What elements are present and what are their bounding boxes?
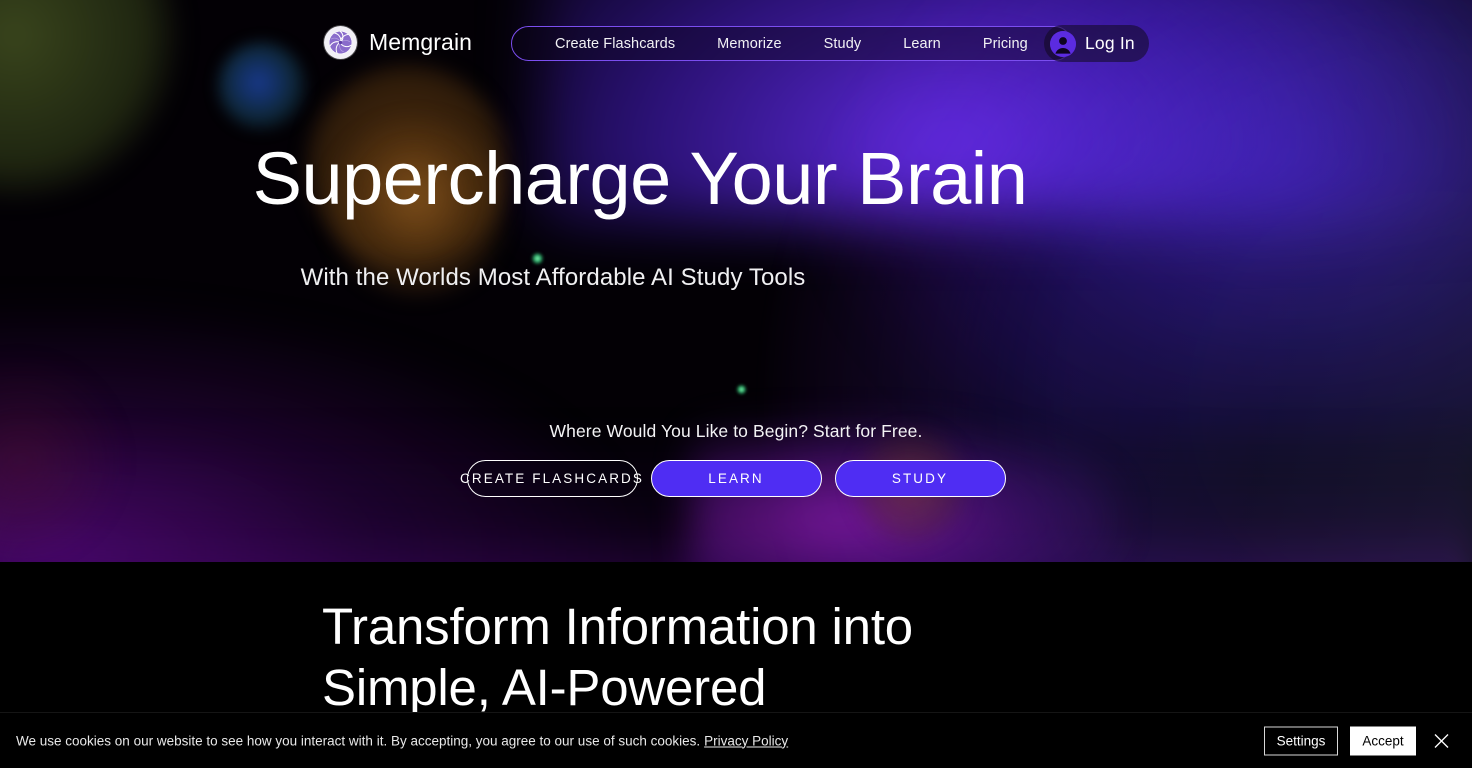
hero-subtitle: With the Worlds Most Affordable AI Study… (300, 264, 806, 291)
nav-item-learn[interactable]: Learn (882, 36, 962, 52)
green-particle-2 (736, 384, 747, 395)
login-button[interactable]: Log In (1044, 25, 1149, 62)
cookie-consent-banner: We use cookies on our website to see how… (0, 712, 1472, 768)
cookie-accept-button[interactable]: Accept (1350, 726, 1416, 755)
cookie-actions: Settings Accept (1264, 726, 1462, 755)
nav-links-pill: Create Flashcards Memorize Study Learn P… (511, 26, 1072, 61)
page-title: Supercharge Your Brain (252, 137, 1028, 220)
spiral-logo-icon (324, 26, 357, 59)
cookie-message: We use cookies on our website to see how… (16, 733, 701, 748)
cta-button-row: CREATE FLASHCARDS LEARN STUDY (0, 460, 1472, 497)
top-navigation-bar: Memgrain Create Flashcards Memorize Stud… (0, 0, 1472, 86)
section-heading-line-1: Transform Information into (322, 598, 913, 655)
study-button[interactable]: STUDY (834, 460, 1006, 497)
section-heading-line-2: Simple, AI-Powered (322, 658, 767, 716)
privacy-policy-link[interactable]: Privacy Policy (704, 733, 788, 748)
close-icon[interactable] (1428, 728, 1454, 754)
create-flashcards-button[interactable]: CREATE FLASHCARDS (460, 460, 642, 497)
brand-name: Memgrain (369, 29, 473, 55)
cookie-message-group: We use cookies on our website to see how… (16, 733, 788, 748)
nav-item-study[interactable]: Study (803, 36, 883, 52)
user-avatar-icon (1050, 30, 1076, 57)
learn-button[interactable]: LEARN (650, 460, 822, 497)
login-label: Log In (1085, 33, 1135, 53)
nav-item-create-flashcards[interactable]: Create Flashcards (534, 36, 696, 52)
brand-logo-group[interactable]: Memgrain (324, 26, 472, 59)
section-heading: Transform Information into Simple, AI-Po… (322, 597, 1222, 718)
cookie-settings-button[interactable]: Settings (1264, 726, 1338, 755)
cta-prompt: Where Would You Like to Begin? Start for… (549, 421, 923, 441)
nav-item-pricing[interactable]: Pricing (962, 36, 1049, 52)
nav-item-memorize[interactable]: Memorize (696, 36, 802, 52)
